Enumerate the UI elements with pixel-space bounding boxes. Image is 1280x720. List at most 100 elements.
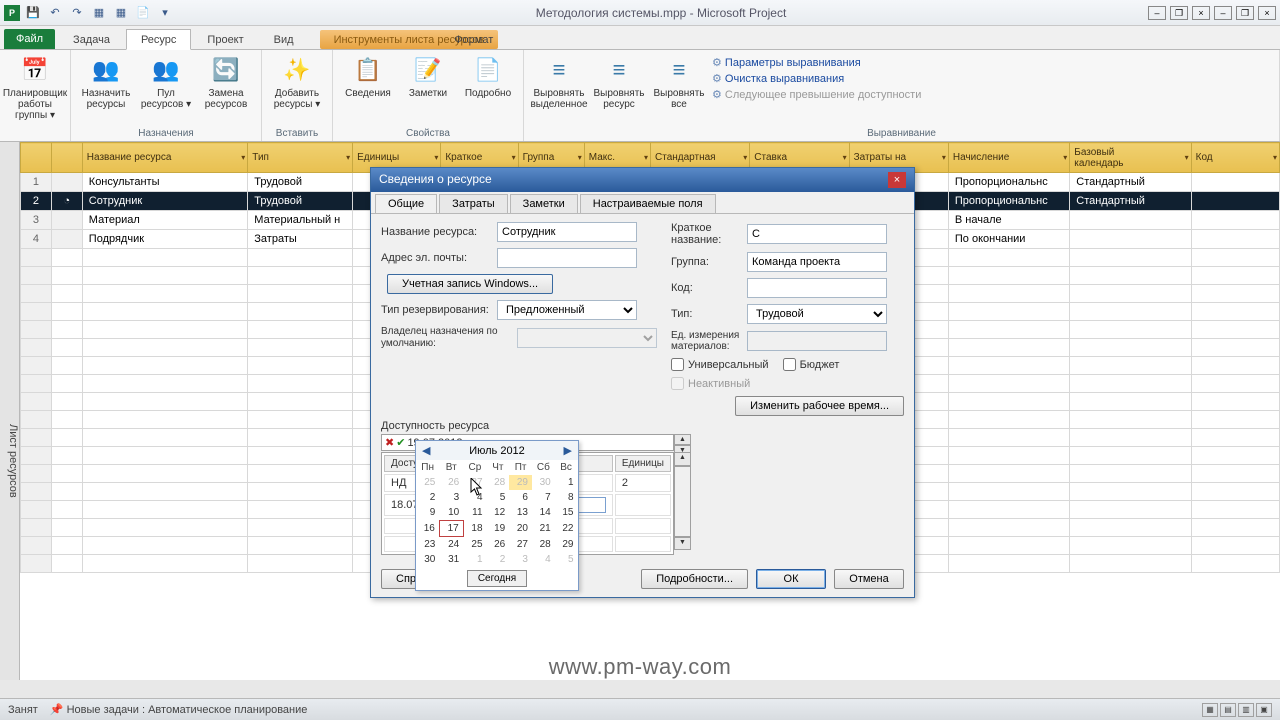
save-icon[interactable]: 💾: [24, 4, 42, 22]
assign-resources-button[interactable]: 👥Назначить ресурсы: [79, 54, 133, 110]
calendar-day[interactable]: 25: [463, 537, 486, 553]
column-header[interactable]: [51, 143, 82, 173]
qat-icon[interactable]: ▦: [112, 4, 130, 22]
calendar-day[interactable]: 2: [416, 490, 439, 505]
calendar-day[interactable]: 30: [532, 475, 555, 490]
calendar-day[interactable]: 7: [532, 490, 555, 505]
calendar-day[interactable]: 18: [463, 521, 486, 537]
calendar-day[interactable]: 13: [509, 505, 532, 521]
column-header[interactable]: Название ресурса▾: [82, 143, 248, 173]
calendar-day[interactable]: 3: [509, 552, 532, 567]
initials-input[interactable]: [747, 224, 887, 244]
team-planner-button[interactable]: 📅Планировщик работы группы ▾: [8, 54, 62, 121]
calendar-day[interactable]: 1: [555, 475, 578, 490]
calendar-day[interactable]: 20: [509, 521, 532, 537]
cancel-icon[interactable]: ✖: [385, 436, 394, 449]
minimize2-icon[interactable]: –: [1148, 6, 1166, 20]
spin-up[interactable]: ▲: [674, 434, 691, 445]
level-all-button[interactable]: ≡Выровнять все: [652, 54, 706, 110]
next-overallocation-link[interactable]: Следующее превышение доступности: [712, 88, 921, 101]
cal-next-icon[interactable]: ▶: [564, 444, 572, 457]
booking-type-select[interactable]: Предложенный: [497, 300, 637, 320]
calendar-day[interactable]: 25: [416, 475, 439, 490]
tab-task[interactable]: Задача: [59, 30, 124, 49]
qat-icon[interactable]: ▦: [90, 4, 108, 22]
clear-leveling-link[interactable]: Очистка выравнивания: [712, 72, 921, 85]
calendar-day[interactable]: 23: [416, 537, 439, 553]
close2-icon[interactable]: ×: [1192, 6, 1210, 20]
code-input[interactable]: [747, 278, 887, 298]
calendar-day[interactable]: 2: [487, 552, 510, 567]
information-button[interactable]: 📋Сведения: [341, 54, 395, 99]
calendar-day[interactable]: 28: [487, 475, 510, 490]
add-resources-button[interactable]: ✨Добавить ресурсы ▾: [270, 54, 324, 110]
calendar-day[interactable]: 14: [532, 505, 555, 521]
calendar-day[interactable]: 26: [439, 475, 463, 490]
calendar-day[interactable]: 27: [509, 537, 532, 553]
redo-icon[interactable]: ↷: [68, 4, 86, 22]
resource-pool-button[interactable]: 👥Пул ресурсов ▾: [139, 54, 193, 110]
change-working-time-button[interactable]: Изменить рабочее время...: [735, 396, 904, 416]
leveling-options-link[interactable]: Параметры выравнивания: [712, 56, 921, 69]
type-select[interactable]: Трудовой: [747, 304, 887, 324]
budget-checkbox[interactable]: [783, 358, 796, 371]
accept-icon[interactable]: ✔: [396, 436, 405, 449]
group-input[interactable]: [747, 252, 887, 272]
close-icon[interactable]: ×: [1258, 6, 1276, 20]
dlg-tab-notes[interactable]: Заметки: [510, 194, 578, 213]
calendar-day[interactable]: 26: [487, 537, 510, 553]
dlg-tab-general[interactable]: Общие: [375, 194, 437, 213]
calendar-day[interactable]: 11: [463, 505, 486, 521]
calendar-day[interactable]: 22: [555, 521, 578, 537]
email-input[interactable]: [497, 248, 637, 268]
calendar-day[interactable]: 28: [532, 537, 555, 553]
calendar-day[interactable]: 5: [555, 552, 578, 567]
qat-icon[interactable]: 📄: [134, 4, 152, 22]
calendar-day[interactable]: 1: [463, 552, 486, 567]
calendar-day[interactable]: 15: [555, 505, 578, 521]
column-header[interactable]: [21, 143, 52, 173]
restore2-icon[interactable]: ❐: [1170, 6, 1188, 20]
calendar-day[interactable]: 8: [555, 490, 578, 505]
calendar-day[interactable]: 29: [555, 537, 578, 553]
level-resource-button[interactable]: ≡Выровнять ресурс: [592, 54, 646, 110]
dlg-tab-custom[interactable]: Настраиваемые поля: [580, 194, 716, 213]
resource-name-input[interactable]: [497, 222, 637, 242]
view-btn[interactable]: ▦: [1202, 703, 1218, 717]
cancel-button[interactable]: Отмена: [834, 569, 904, 589]
view-btn[interactable]: ▣: [1256, 703, 1272, 717]
generic-checkbox[interactable]: [671, 358, 684, 371]
dialog-close-button[interactable]: ×: [888, 172, 906, 188]
calendar-day[interactable]: 5: [487, 490, 510, 505]
calendar-day[interactable]: 24: [439, 537, 463, 553]
tab-file[interactable]: Файл: [4, 29, 55, 49]
view-btn[interactable]: ▥: [1238, 703, 1254, 717]
column-header[interactable]: Код▾: [1191, 143, 1279, 173]
ok-button[interactable]: ОК: [756, 569, 826, 589]
column-header[interactable]: Начисление▾: [948, 143, 1069, 173]
calendar-day[interactable]: 6: [509, 490, 532, 505]
cal-prev-icon[interactable]: ◀: [422, 444, 430, 457]
details-button[interactable]: 📄Подробно: [461, 54, 515, 99]
column-header[interactable]: Тип▾: [248, 143, 353, 173]
substitute-resources-button[interactable]: 🔄Замена ресурсов: [199, 54, 253, 110]
calendar-day[interactable]: 17: [439, 521, 463, 537]
calendar-day[interactable]: 19: [487, 521, 510, 537]
today-button[interactable]: Сегодня: [467, 570, 527, 587]
tab-format[interactable]: Формат: [440, 30, 507, 49]
minimize-icon[interactable]: –: [1214, 6, 1232, 20]
qat-dropdown-icon[interactable]: ▾: [156, 4, 174, 22]
tab-resource[interactable]: Ресурс: [126, 29, 191, 50]
calendar-day[interactable]: 10: [439, 505, 463, 521]
calendar-day[interactable]: 29: [509, 475, 532, 490]
tab-view[interactable]: Вид: [260, 30, 308, 49]
calendar-day[interactable]: 12: [487, 505, 510, 521]
calendar-day[interactable]: 31: [439, 552, 463, 567]
notes-button[interactable]: 📝Заметки: [401, 54, 455, 99]
level-selection-button[interactable]: ≡Выровнять выделенное: [532, 54, 586, 110]
calendar-day[interactable]: 9: [416, 505, 439, 521]
restore-icon[interactable]: ❐: [1236, 6, 1254, 20]
dlg-tab-costs[interactable]: Затраты: [439, 194, 508, 213]
windows-account-button[interactable]: Учетная запись Windows...: [387, 274, 553, 294]
view-sidebar[interactable]: Лист ресурсов: [0, 142, 20, 680]
